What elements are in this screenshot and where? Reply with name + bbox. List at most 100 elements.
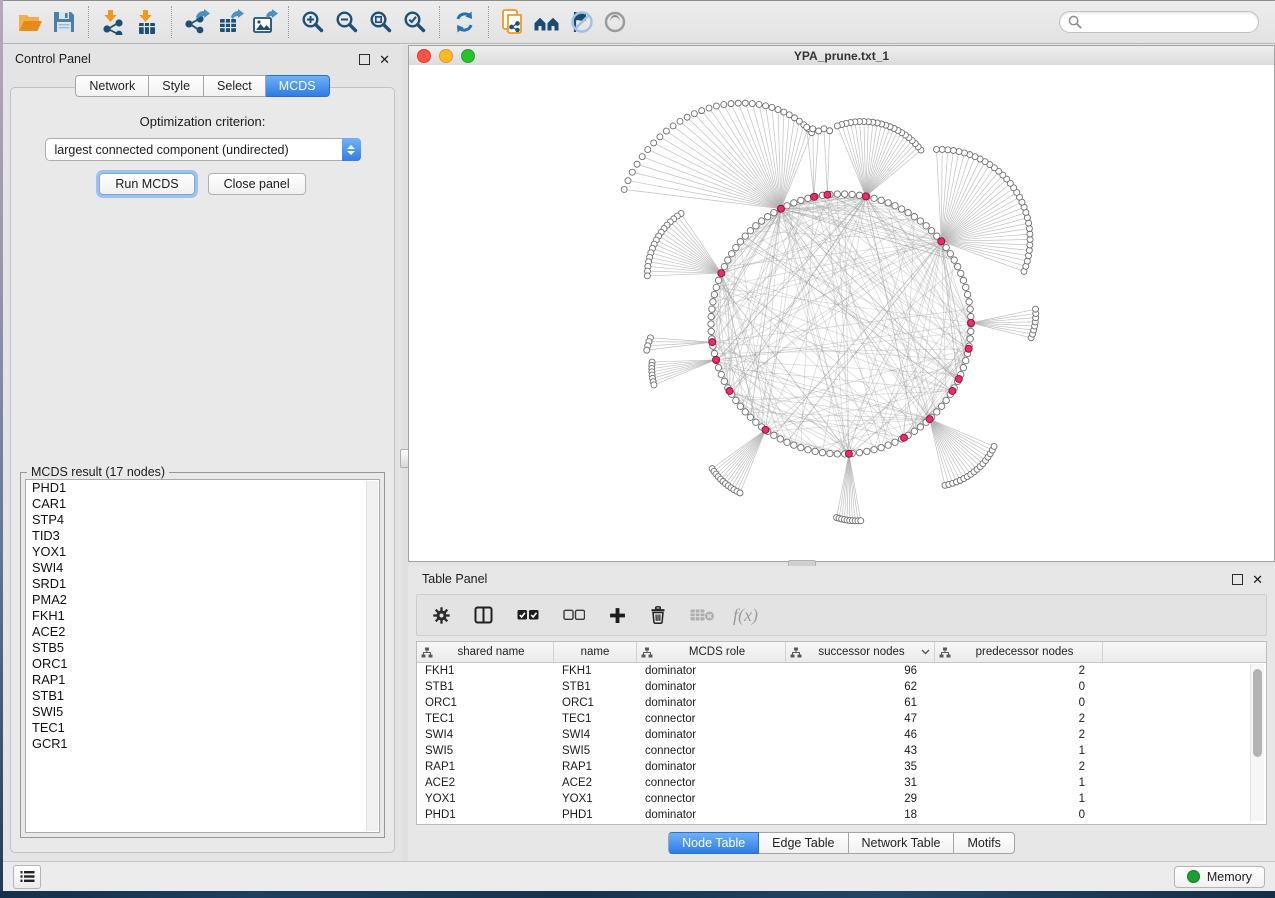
network-node[interactable] <box>923 223 929 229</box>
zoom-in-icon[interactable] <box>296 5 330 39</box>
dropdown-stepper-icon[interactable] <box>342 138 361 161</box>
import-table-icon[interactable] <box>130 5 164 39</box>
network-node[interactable] <box>892 203 898 209</box>
network-leaf-node[interactable] <box>950 147 956 153</box>
mcds-result-item[interactable]: FKH1 <box>26 608 379 624</box>
table-row[interactable]: RAP1RAP1dominator352 <box>417 759 1266 775</box>
table-row[interactable]: ORC1ORC1dominator610 <box>417 695 1266 711</box>
network-node[interactable] <box>934 409 940 415</box>
save-session-icon[interactable] <box>47 5 81 39</box>
network-node[interactable] <box>812 448 818 454</box>
network-node[interactable] <box>771 209 777 215</box>
network-node[interactable] <box>708 313 714 319</box>
network-node[interactable] <box>947 251 953 257</box>
mcds-hub-node[interactable] <box>949 387 956 394</box>
network-node[interactable] <box>963 357 969 363</box>
network-node[interactable] <box>951 257 957 263</box>
mcds-hub-node[interactable] <box>713 356 720 363</box>
network-node[interactable] <box>892 439 898 445</box>
network-node[interactable] <box>885 200 891 206</box>
mcds-hub-node[interactable] <box>726 387 733 394</box>
clone-network-icon[interactable] <box>496 5 530 39</box>
log-console-button[interactable] <box>13 865 41 889</box>
network-node[interactable] <box>871 447 877 453</box>
mcds-hub-node[interactable] <box>777 205 784 212</box>
network-leaf-node[interactable] <box>834 123 840 129</box>
network-leaf-node[interactable] <box>735 100 741 106</box>
network-node[interactable] <box>713 284 719 290</box>
tab-mcds[interactable]: MCDS <box>266 75 330 97</box>
network-leaf-node[interactable] <box>821 126 827 132</box>
mcds-result-item[interactable]: SWI4 <box>26 560 379 576</box>
network-node[interactable] <box>842 191 848 197</box>
network-leaf-node[interactable] <box>945 147 951 153</box>
column-header-mcds-role[interactable]: MCDS role <box>637 642 786 662</box>
mcds-result-item[interactable]: YOX1 <box>26 544 379 560</box>
mcds-hub-node[interactable] <box>845 450 852 457</box>
table-row[interactable]: YOX1YOX1connector291 <box>417 791 1266 807</box>
network-node[interactable] <box>819 449 825 455</box>
mcds-result-item[interactable]: STB5 <box>26 640 379 656</box>
network-node[interactable] <box>856 192 862 198</box>
network-node[interactable] <box>798 444 804 450</box>
network-node[interactable] <box>711 291 717 297</box>
table-row[interactable]: FKH1FKH1dominator962 <box>417 663 1266 679</box>
mcds-hub-node[interactable] <box>955 375 962 382</box>
network-leaf-node[interactable] <box>858 518 864 524</box>
mcds-result-item[interactable]: ORC1 <box>26 656 379 672</box>
network-leaf-node[interactable] <box>775 107 781 113</box>
network-node[interactable] <box>747 228 753 234</box>
network-node[interactable] <box>708 321 714 327</box>
mcds-result-item[interactable]: STB1 <box>26 688 379 704</box>
network-leaf-node[interactable] <box>677 118 683 124</box>
mcds-hub-node[interactable] <box>862 193 869 200</box>
network-leaf-node[interactable] <box>769 104 775 110</box>
network-node[interactable] <box>827 450 833 456</box>
network-leaf-node[interactable] <box>827 128 833 134</box>
network-node[interactable] <box>725 257 731 263</box>
network-node[interactable] <box>905 209 911 215</box>
network-node[interactable] <box>709 306 715 312</box>
add-column-icon[interactable] <box>609 607 626 624</box>
network-canvas[interactable] <box>409 65 1274 561</box>
network-node[interactable] <box>928 228 934 234</box>
network-node[interactable] <box>964 291 970 297</box>
mcds-hub-node[interactable] <box>967 319 974 326</box>
network-leaf-node[interactable] <box>810 126 816 132</box>
close-panel-icon[interactable]: ✕ <box>379 55 390 64</box>
tab-select[interactable]: Select <box>204 75 266 97</box>
network-leaf-node[interactable] <box>721 102 727 108</box>
network-node[interactable] <box>968 313 974 319</box>
network-leaf-node[interactable] <box>651 382 657 388</box>
network-node[interactable] <box>784 439 790 445</box>
network-node[interactable] <box>885 442 891 448</box>
network-node[interactable] <box>771 432 777 438</box>
scrollbar[interactable] <box>366 481 378 831</box>
mcds-hub-node[interactable] <box>901 434 908 441</box>
mcds-hub-node[interactable] <box>926 416 933 423</box>
network-node[interactable] <box>721 378 727 384</box>
export-image-icon[interactable] <box>247 5 281 39</box>
network-leaf-node[interactable] <box>956 149 962 155</box>
network-node[interactable] <box>963 284 969 290</box>
network-leaf-node[interactable] <box>634 161 640 167</box>
network-leaf-node[interactable] <box>644 273 650 279</box>
network-leaf-node[interactable] <box>804 124 810 130</box>
table-row[interactable]: SWI5SWI5connector431 <box>417 743 1266 759</box>
network-node[interactable] <box>864 448 870 454</box>
network-leaf-node[interactable] <box>639 154 645 160</box>
network-leaf-node[interactable] <box>663 128 669 134</box>
network-leaf-node[interactable] <box>644 347 650 353</box>
network-leaf-node[interactable] <box>749 101 755 107</box>
network-node[interactable] <box>849 191 855 197</box>
network-node[interactable] <box>791 442 797 448</box>
run-mcds-button[interactable]: Run MCDS <box>99 173 194 195</box>
network-node[interactable] <box>954 263 960 269</box>
float-window-icon[interactable] <box>1232 574 1243 585</box>
network-manager-icon[interactable] <box>530 5 564 39</box>
hide-graphics-details-icon[interactable] <box>564 5 598 39</box>
network-node[interactable] <box>960 364 966 370</box>
export-table-icon[interactable] <box>213 5 247 39</box>
tab-network[interactable]: Network <box>75 75 149 97</box>
network-leaf-node[interactable] <box>706 105 712 111</box>
